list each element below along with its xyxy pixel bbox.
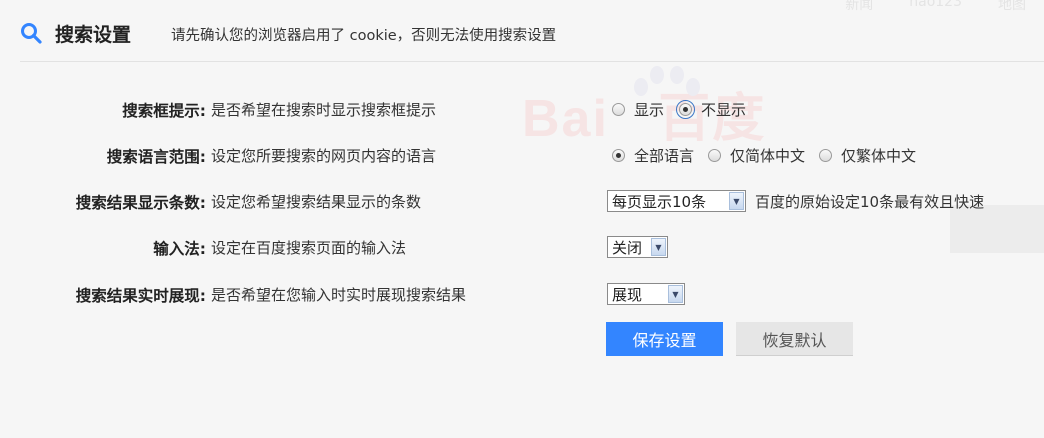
- row-description: 设定您希望搜索结果显示的条数: [211, 193, 422, 211]
- row-description: 是否希望在搜索时显示搜索框提示: [211, 101, 437, 119]
- radio-traditional-label[interactable]: 仅繁体中文: [841, 145, 916, 166]
- realtime-select[interactable]: 展现 ▼: [607, 283, 685, 305]
- chevron-down-icon[interactable]: ▼: [729, 192, 744, 210]
- save-settings-button[interactable]: 保存设置: [606, 322, 723, 356]
- settings-header: 搜索设置 请先确认您的浏览器启用了 cookie，否则无法使用搜索设置: [20, 0, 1044, 62]
- row-description: 设定您所要搜索的网页内容的语言: [211, 147, 437, 165]
- result-count-hint: 百度的原始设定10条最有效且快速: [755, 192, 985, 211]
- realtime-value: 展现: [612, 285, 643, 304]
- language-radio-group: 全部语言 仅简体中文 仅繁体中文: [612, 140, 930, 170]
- setting-row-result-count: 搜索结果显示条数: 设定您希望搜索结果显示的条数 每页显示10条 ▼ 百度的原始…: [0, 186, 1044, 216]
- realtime-control: 展现 ▼: [607, 279, 685, 309]
- input-method-control: 关闭 ▼: [607, 232, 668, 262]
- radio-hide[interactable]: [676, 99, 696, 119]
- input-method-select[interactable]: 关闭 ▼: [607, 236, 668, 258]
- result-count-select[interactable]: 每页显示10条 ▼: [607, 190, 746, 212]
- cookie-notice: 请先确认您的浏览器启用了 cookie，否则无法使用搜索设置: [171, 28, 557, 44]
- restore-defaults-button[interactable]: 恢复默认: [736, 322, 853, 356]
- row-description: 设定在百度搜索页面的输入法: [211, 239, 407, 257]
- row-label: 搜索结果实时展现:: [75, 287, 206, 305]
- setting-row-suggest: 搜索框提示: 是否希望在搜索时显示搜索框提示 显示 不显示: [0, 94, 1044, 124]
- chevron-down-icon[interactable]: ▼: [668, 285, 683, 303]
- result-count-value: 每页显示10条: [612, 192, 707, 211]
- row-label: 搜索结果显示条数:: [75, 194, 206, 212]
- row-label: 搜索框提示:: [122, 102, 206, 120]
- radio-show-label[interactable]: 显示: [634, 99, 664, 120]
- input-method-value: 关闭: [612, 238, 643, 257]
- radio-show[interactable]: [612, 102, 625, 116]
- search-icon: [21, 23, 42, 44]
- row-description: 是否希望在您输入时实时展现搜索结果: [211, 286, 467, 304]
- setting-row-realtime: 搜索结果实时展现: 是否希望在您输入时实时展现搜索结果 展现 ▼: [0, 279, 1044, 309]
- suggest-radio-group: 显示 不显示: [612, 94, 760, 124]
- row-label: 输入法:: [153, 240, 206, 258]
- radio-traditional[interactable]: [819, 148, 833, 162]
- radio-simplified[interactable]: [708, 148, 722, 162]
- setting-row-language: 搜索语言范围: 设定您所要搜索的网页内容的语言 全部语言 仅简体中文 仅繁体中文: [0, 140, 1044, 170]
- row-label: 搜索语言范围:: [106, 148, 206, 166]
- radio-all-languages-label[interactable]: 全部语言: [634, 145, 694, 166]
- page-title: 搜索设置: [55, 24, 132, 46]
- chevron-down-icon[interactable]: ▼: [651, 238, 666, 256]
- radio-hide-label[interactable]: 不显示: [701, 99, 746, 120]
- result-count-control: 每页显示10条 ▼ 百度的原始设定10条最有效且快速: [607, 186, 984, 216]
- radio-simplified-label[interactable]: 仅简体中文: [730, 145, 805, 166]
- setting-row-input-method: 输入法: 设定在百度搜索页面的输入法 关闭 ▼: [0, 232, 1044, 262]
- radio-all-languages[interactable]: [612, 148, 625, 162]
